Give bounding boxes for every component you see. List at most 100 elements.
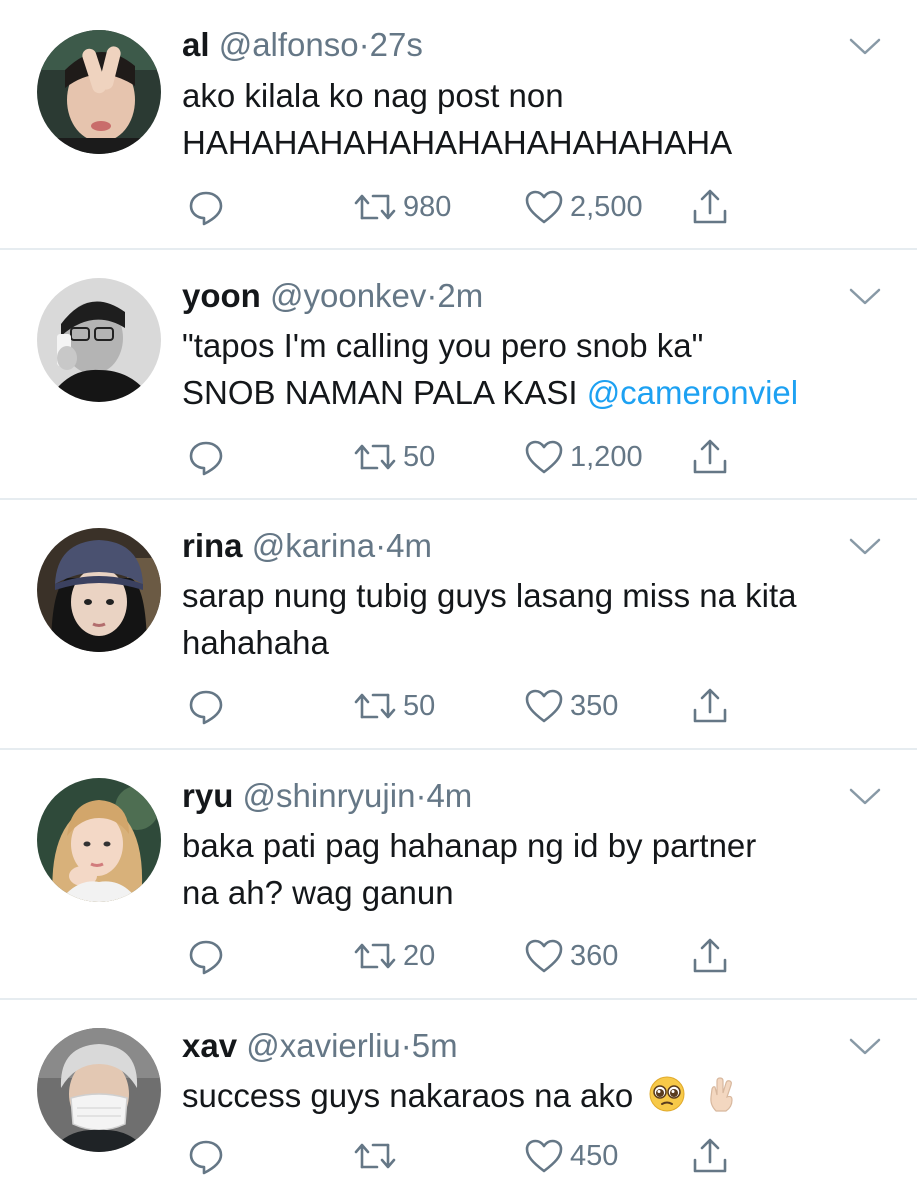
share-button[interactable] [690,435,730,479]
tweet-text: ako kilala ko nag post non HAHAHAHAHAHAH… [182,72,732,166]
tweet-header: yoon @yoonkev·2m [182,276,483,316]
timestamp[interactable]: 2m [437,277,483,314]
share-icon [693,1138,727,1173]
display-name[interactable]: xav [182,1027,237,1064]
username[interactable]: @xavierliu [246,1027,401,1064]
retweet-icon [354,194,396,220]
reply-button[interactable] [187,435,225,479]
retweet-count: 50 [403,689,436,722]
reply-icon [189,441,223,476]
username[interactable]: @karina [252,527,375,564]
display-name[interactable]: ryu [182,777,233,814]
separator: · [415,777,427,814]
retweet-button[interactable]: 20 [353,934,435,978]
tweet-header: ryu @shinryujin·4m [182,776,472,816]
tweet-actions: 50 350 [0,684,917,728]
tweet-text-segment: success guys nakaraos na ako [182,1077,634,1114]
retweet-button[interactable]: 980 [353,185,451,229]
username[interactable]: @yoonkev [270,277,426,314]
tweet-text: sarap nung tubig guys lasang miss na kit… [182,572,797,666]
separator: · [375,527,387,564]
retweet-count: 20 [403,939,436,972]
tweet-text-line: na ah? wag ganun [182,874,454,911]
retweet-button[interactable] [353,1134,403,1178]
share-button[interactable] [690,934,730,978]
username[interactable]: @shinryujin [243,777,416,814]
mention-link[interactable]: @cameronviel [587,374,798,411]
tweet-actions: 20 360 [0,934,917,978]
share-icon [693,189,727,224]
timestamp[interactable]: 27s [370,26,423,63]
reply-icon [189,191,223,226]
display-name[interactable]: yoon [182,277,261,314]
tweet[interactable]: ryu @shinryujin·4m baka pati pag hahanap… [0,750,917,1000]
chevron-down-icon[interactable] [848,36,882,58]
like-button[interactable]: 2,500 [524,185,643,229]
pleading-face-emoji [648,1075,686,1113]
share-icon [693,688,727,723]
tweet-text: "tapos I'm calling you pero snob ka" SNO… [182,322,798,416]
chevron-down-icon[interactable] [848,1036,882,1058]
tweet-text-line: "tapos I'm calling you pero snob ka" [182,327,704,364]
chevron-down-icon[interactable] [848,536,882,558]
tweet[interactable]: al @alfonso·27s ako kilala ko nag post n… [0,0,917,250]
share-icon [693,938,727,973]
avatar[interactable] [37,278,161,402]
chevron-down-icon[interactable] [848,286,882,308]
like-button[interactable]: 350 [524,684,618,728]
reply-icon [189,940,223,975]
like-count: 350 [570,689,619,722]
tweet-text-segment: SNOB NAMAN PALA KASI [182,374,587,411]
tweet-text-line: hahahaha [182,624,329,661]
reply-icon [189,1140,223,1175]
reply-button[interactable] [187,684,225,728]
heart-icon [525,939,563,973]
retweet-count: 980 [403,190,452,223]
tweet-text-line: ako kilala ko nag post non [182,77,564,114]
tweet[interactable]: yoon @yoonkev·2m "tapos I'm calling you … [0,250,917,500]
separator: · [400,1027,412,1064]
retweet-icon [354,1143,396,1169]
heart-icon [525,190,563,224]
display-name[interactable]: al [182,26,210,63]
reply-button[interactable] [187,1134,225,1178]
like-button[interactable]: 360 [524,934,618,978]
like-count: 360 [570,939,619,972]
retweet-count: 50 [403,440,436,473]
retweet-icon [354,693,396,719]
avatar[interactable] [37,778,161,902]
heart-icon [525,689,563,723]
tweet-text: baka pati pag hahanap ng id by partner n… [182,822,756,916]
tweet-text: success guys nakaraos na ako [182,1072,740,1119]
reply-button[interactable] [187,934,225,978]
retweet-button[interactable]: 50 [353,684,435,728]
username[interactable]: @alfonso [219,26,359,63]
timestamp[interactable]: 4m [426,777,472,814]
tweet[interactable]: xav @xavierliu·5m success guys nakaraos … [0,1000,917,1200]
tweet-text-line: baka pati pag hahanap ng id by partner [182,827,757,864]
like-count: 1,200 [570,440,643,473]
timestamp[interactable]: 5m [412,1027,458,1064]
avatar[interactable] [37,30,161,154]
like-button[interactable]: 450 [524,1134,618,1178]
share-button[interactable] [690,684,730,728]
share-button[interactable] [690,185,730,229]
like-count: 450 [570,1139,619,1172]
tweet-header: xav @xavierliu·5m [182,1026,458,1066]
tweet-actions: 50 1,200 [0,435,917,479]
chevron-down-icon[interactable] [848,786,882,808]
tweet-text-line: SNOB NAMAN PALA KASI @cameronviel [182,369,798,416]
tweet-header: rina @karina·4m [182,526,432,566]
reply-button[interactable] [187,185,225,229]
tweet-text-line: sarap nung tubig guys lasang miss na kit… [182,577,797,614]
share-icon [693,439,727,474]
timestamp[interactable]: 4m [386,527,432,564]
tweet-text-line: HAHAHAHAHAHAHAHAHAHAHAHA [182,124,733,161]
share-button[interactable] [690,1134,730,1178]
retweet-button[interactable]: 50 [353,435,435,479]
display-name[interactable]: rina [182,527,243,564]
tweet[interactable]: rina @karina·4m sarap nung tubig guys la… [0,500,917,750]
avatar[interactable] [37,528,161,652]
like-button[interactable]: 1,200 [524,435,643,479]
like-count: 2,500 [570,190,643,223]
